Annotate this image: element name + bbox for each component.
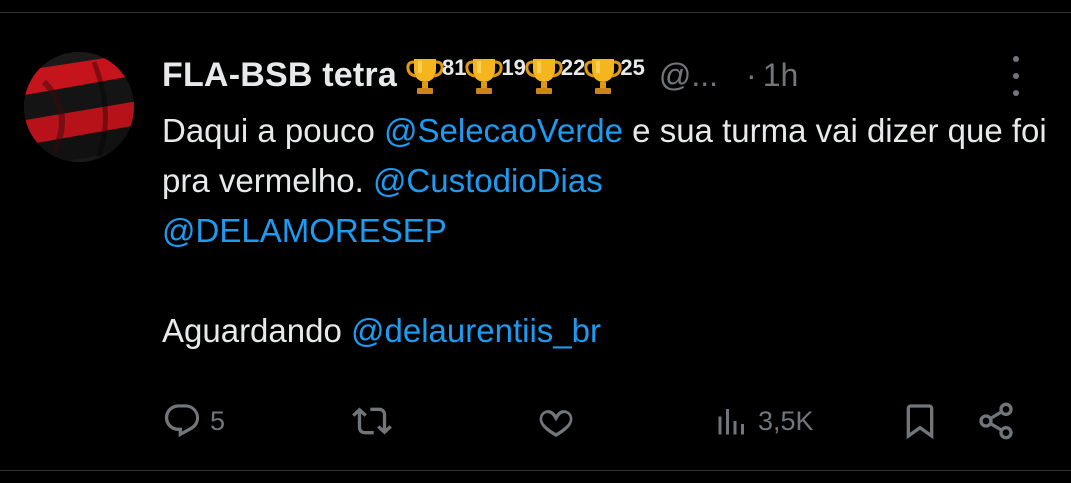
share-button[interactable] <box>976 398 1016 444</box>
trophy-icon <box>406 59 444 94</box>
mention-link[interactable]: @CustodioDias <box>373 162 603 199</box>
more-vertical-icon <box>1013 56 1019 62</box>
display-name[interactable]: FLA-BSB tetra <box>162 56 397 95</box>
tweet-text: Daqui a pouco @SelecaoVerde e sua turma … <box>162 106 1052 356</box>
views-icon <box>718 409 744 435</box>
reply-button[interactable]: 5 <box>162 398 225 444</box>
heart-icon <box>539 410 573 437</box>
timestamp[interactable]: 1h <box>763 57 799 94</box>
more-dot <box>1013 73 1019 79</box>
badge-number: 25 <box>620 55 645 80</box>
trophy-icon <box>525 59 563 94</box>
views-count: 3,5K <box>758 405 814 436</box>
mention-link[interactable]: @SelecaoVerde <box>384 112 623 149</box>
top-divider <box>0 12 1071 13</box>
more-options-button[interactable] <box>1004 56 1028 96</box>
bookmark-icon <box>906 404 934 440</box>
views-button[interactable]: 3,5K <box>714 398 814 444</box>
retweet-icon <box>352 407 392 435</box>
trophy-icon <box>465 59 504 94</box>
badge-number: 19 <box>501 55 526 80</box>
tweet-paragraph: Aguardando @delaurentiis_br <box>162 306 1052 356</box>
share-icon <box>979 402 1013 440</box>
reply-count: 5 <box>210 405 226 436</box>
bookmark-button[interactable] <box>900 398 940 444</box>
separator-dot: · <box>746 56 757 93</box>
more-dot <box>1013 90 1019 96</box>
reply-icon <box>164 404 200 438</box>
tweet-paragraph: Daqui a pouco @SelecaoVerde e sua turma … <box>162 106 1052 256</box>
action-bar: 5 3,5K <box>160 398 1030 444</box>
mention-link[interactable]: @delaurentiis_br <box>351 312 601 349</box>
body-text: Aguardando <box>162 312 351 349</box>
badge-number: 81 <box>441 55 467 80</box>
mention-link[interactable]: @DELAMORESEP <box>162 212 447 249</box>
like-button[interactable] <box>536 398 584 444</box>
avatar[interactable] <box>24 52 134 162</box>
user-handle[interactable]: @... <box>659 57 718 94</box>
badge-number: 22 <box>560 55 586 80</box>
retweet-button[interactable] <box>352 398 400 444</box>
trophy-icon <box>584 59 623 94</box>
body-text: Daqui a pouco <box>162 112 384 149</box>
name-badges: 81 19 22 25 <box>405 53 645 97</box>
bottom-divider <box>0 470 1071 471</box>
post-header: FLA-BSB tetra 81 19 22 25 @... · 1h <box>162 50 798 100</box>
